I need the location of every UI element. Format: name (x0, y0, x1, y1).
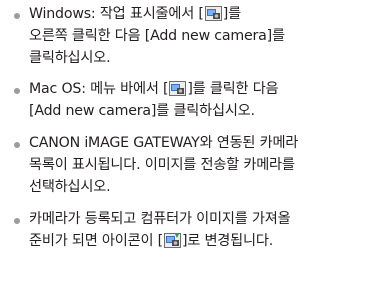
item-line: 준비가 되면 아이콘이 []로 변경됩니다. (29, 233, 274, 249)
bullet (14, 142, 20, 148)
instruction-list: Windows: 작업 표시줄에서 []를 오른쪽 클릭한 다음 [Add ne… (0, 0, 381, 288)
camera-window-ready-icon (163, 233, 181, 248)
bullet (14, 218, 20, 224)
item-line: 클릭하십시오. (29, 50, 111, 66)
item-line: CANON iMAGE GATEWAY와 연동된 카메라 (29, 135, 299, 151)
item-line: Mac OS: 메뉴 바에서 []를 클릭한 다음 (29, 81, 279, 97)
camera-window-icon (169, 81, 187, 96)
item-line: 오른쪽 클릭한 다음 [Add new camera]를 (29, 28, 285, 44)
bullet (14, 13, 20, 19)
item-line: 선택하십시오. (29, 179, 111, 195)
item-line: [Add new camera]를 클릭하십시오. (29, 103, 255, 119)
item-line: Windows: 작업 표시줄에서 []를 (29, 6, 241, 22)
item-line: 카메라가 등록되고 컴퓨터가 이미지를 가져올 (29, 211, 291, 227)
bullet (14, 88, 20, 94)
camera-window-icon (204, 6, 222, 21)
item-line: 목록이 표시됩니다. 이미지를 전송할 카메라를 (29, 157, 295, 173)
